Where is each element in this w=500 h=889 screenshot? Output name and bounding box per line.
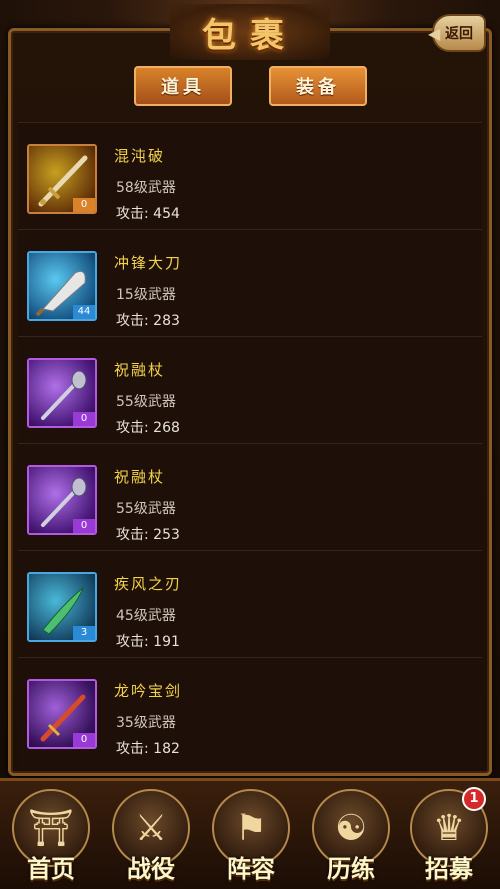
back-arrow-icon: ◀ bbox=[428, 24, 441, 43]
notification-badge: 1 bbox=[462, 787, 486, 811]
list-item[interactable]: 0 祝融杖 55级武器 攻击: 268 bbox=[18, 336, 482, 442]
blade-icon: 3 bbox=[27, 572, 97, 642]
item-attack: 攻击: 268 bbox=[116, 420, 180, 436]
staff-icon: 0 bbox=[27, 358, 97, 428]
item-count: 0 bbox=[73, 733, 95, 747]
dragon-sword-icon: 0 bbox=[27, 679, 97, 749]
nav-home[interactable]: ⛩ 首页 bbox=[6, 789, 96, 887]
item-level: 15级武器 bbox=[116, 287, 176, 303]
item-name: 龙吟宝剑 bbox=[114, 682, 183, 700]
nav-label: 阵容 bbox=[227, 854, 275, 883]
item-count: 44 bbox=[73, 305, 95, 319]
item-count: 0 bbox=[73, 412, 95, 426]
item-level: 58级武器 bbox=[116, 180, 176, 196]
item-attack: 攻击: 253 bbox=[116, 527, 180, 543]
nav-label: 战役 bbox=[127, 854, 175, 883]
staff-icon: 0 bbox=[27, 465, 97, 535]
item-attack: 攻击: 182 bbox=[116, 741, 180, 757]
item-name: 疾风之刃 bbox=[114, 575, 183, 593]
nav-training[interactable]: ☯ 历练 bbox=[306, 789, 396, 887]
item-name: 混沌破 bbox=[114, 147, 166, 165]
list-item[interactable]: 44 冲锋大刀 15级武器 攻击: 283 bbox=[18, 229, 482, 335]
item-name: 祝融杖 bbox=[114, 468, 166, 486]
item-count: 0 bbox=[73, 198, 95, 212]
item-count: 0 bbox=[73, 519, 95, 533]
broadsword-icon: 44 bbox=[27, 251, 97, 321]
nav-formation[interactable]: ⚑ 阵容 bbox=[206, 789, 296, 887]
item-name: 冲锋大刀 bbox=[114, 254, 183, 272]
bottom-nav: ⛩ 首页 ⚔ 战役 ⚑ 阵容 ☯ 历练 ♛ 招募 1 bbox=[0, 778, 500, 889]
tab-bar: 道具 装备 bbox=[0, 66, 500, 106]
page-title: 包裹 bbox=[202, 15, 298, 56]
item-level: 55级武器 bbox=[116, 394, 176, 410]
list-item[interactable]: 0 龙吟宝剑 35级武器 攻击: 182 bbox=[18, 657, 482, 763]
nav-label: 历练 bbox=[327, 854, 375, 883]
back-label: 返回 bbox=[445, 26, 473, 42]
list-item[interactable]: 0 混沌破 58级武器 攻击: 454 bbox=[18, 122, 482, 228]
item-attack: 攻击: 283 bbox=[116, 313, 180, 329]
nav-label: 首页 bbox=[27, 854, 75, 883]
item-count: 3 bbox=[73, 626, 95, 640]
nav-battle[interactable]: ⚔ 战役 bbox=[106, 789, 196, 887]
title-plate: 包裹 bbox=[170, 4, 330, 60]
item-level: 35级武器 bbox=[116, 715, 176, 731]
tab-items[interactable]: 道具 bbox=[134, 66, 232, 106]
nav-recruit[interactable]: ♛ 招募 1 bbox=[404, 787, 494, 887]
item-level: 45级武器 bbox=[116, 608, 176, 624]
equipment-list: 0 混沌破 58级武器 攻击: 454 44 冲锋大刀 15级武器 攻击: 28… bbox=[18, 122, 482, 770]
list-item[interactable]: 3 疾风之刃 45级武器 攻击: 191 bbox=[18, 550, 482, 656]
list-item[interactable]: 0 祝融杖 55级武器 攻击: 253 bbox=[18, 443, 482, 549]
item-name: 祝融杖 bbox=[114, 361, 166, 379]
nav-label: 招募 bbox=[425, 854, 473, 883]
back-button[interactable]: ◀ 返回 bbox=[428, 14, 486, 52]
tab-equipment[interactable]: 装备 bbox=[269, 66, 367, 106]
item-attack: 攻击: 191 bbox=[116, 634, 180, 650]
item-level: 55级武器 bbox=[116, 501, 176, 517]
sword-icon: 0 bbox=[27, 144, 97, 214]
item-attack: 攻击: 454 bbox=[116, 206, 180, 222]
